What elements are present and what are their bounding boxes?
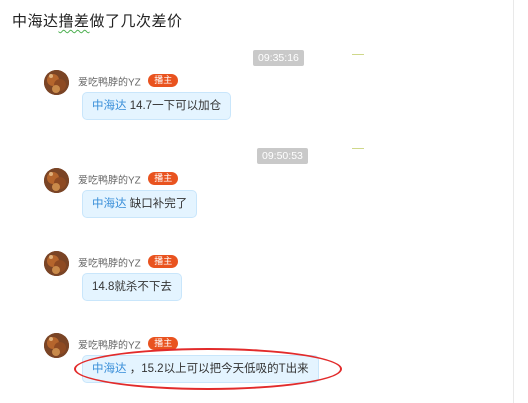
timestamp: 09:50:53 xyxy=(257,148,308,164)
avatar-image-icon xyxy=(44,70,69,95)
divider xyxy=(352,54,364,55)
avatar-image-icon xyxy=(44,168,69,193)
message-bubble: 中海达 缺口补完了 xyxy=(82,190,198,218)
author-name[interactable]: 爱吃鸭脖的YZ xyxy=(78,77,141,88)
message-text: ，15.2以上可以把今天低吸的T出来 xyxy=(126,363,309,375)
author-name[interactable]: 爱吃鸭脖的YZ xyxy=(78,340,141,351)
stock-mention-link[interactable]: 中海达 xyxy=(92,363,127,375)
avatar[interactable] xyxy=(44,251,69,276)
title-stock-name: 中海达 xyxy=(12,13,59,30)
timestamp: 09:35:16 xyxy=(253,50,304,66)
avatar[interactable] xyxy=(44,168,69,193)
post-title: 中海达撸差做了几次差价 xyxy=(12,10,183,31)
title-rest: 做了几次差价 xyxy=(89,13,183,30)
message-text: 14.7一下可以加仓 xyxy=(126,100,222,112)
message-text: 14.8就杀不下去 xyxy=(92,281,172,293)
author-name[interactable]: 爱吃鸭脖的YZ xyxy=(78,175,141,186)
stock-mention-link[interactable]: 中海达 xyxy=(92,198,127,210)
avatar-image-icon xyxy=(44,333,69,358)
host-badge: 播主 xyxy=(148,74,179,88)
message-bubble: 14.8就杀不下去 xyxy=(82,273,182,301)
host-badge: 播主 xyxy=(148,337,179,351)
divider xyxy=(352,148,364,149)
host-badge: 播主 xyxy=(148,172,179,186)
message-bubble: 中海达 14.7一下可以加仓 xyxy=(82,92,232,120)
avatar[interactable] xyxy=(44,333,69,358)
divider xyxy=(513,0,514,403)
message-bubble: 中海达 ，15.2以上可以把今天低吸的T出来 xyxy=(82,355,319,383)
host-badge: 播主 xyxy=(148,255,179,269)
author-name[interactable]: 爱吃鸭脖的YZ xyxy=(78,258,141,269)
stock-mention-link[interactable]: 中海达 xyxy=(92,100,127,112)
message-text: 缺口补完了 xyxy=(126,198,188,210)
avatar-image-icon xyxy=(44,251,69,276)
avatar[interactable] xyxy=(44,70,69,95)
title-underlined-word: 撸差 xyxy=(58,13,90,30)
